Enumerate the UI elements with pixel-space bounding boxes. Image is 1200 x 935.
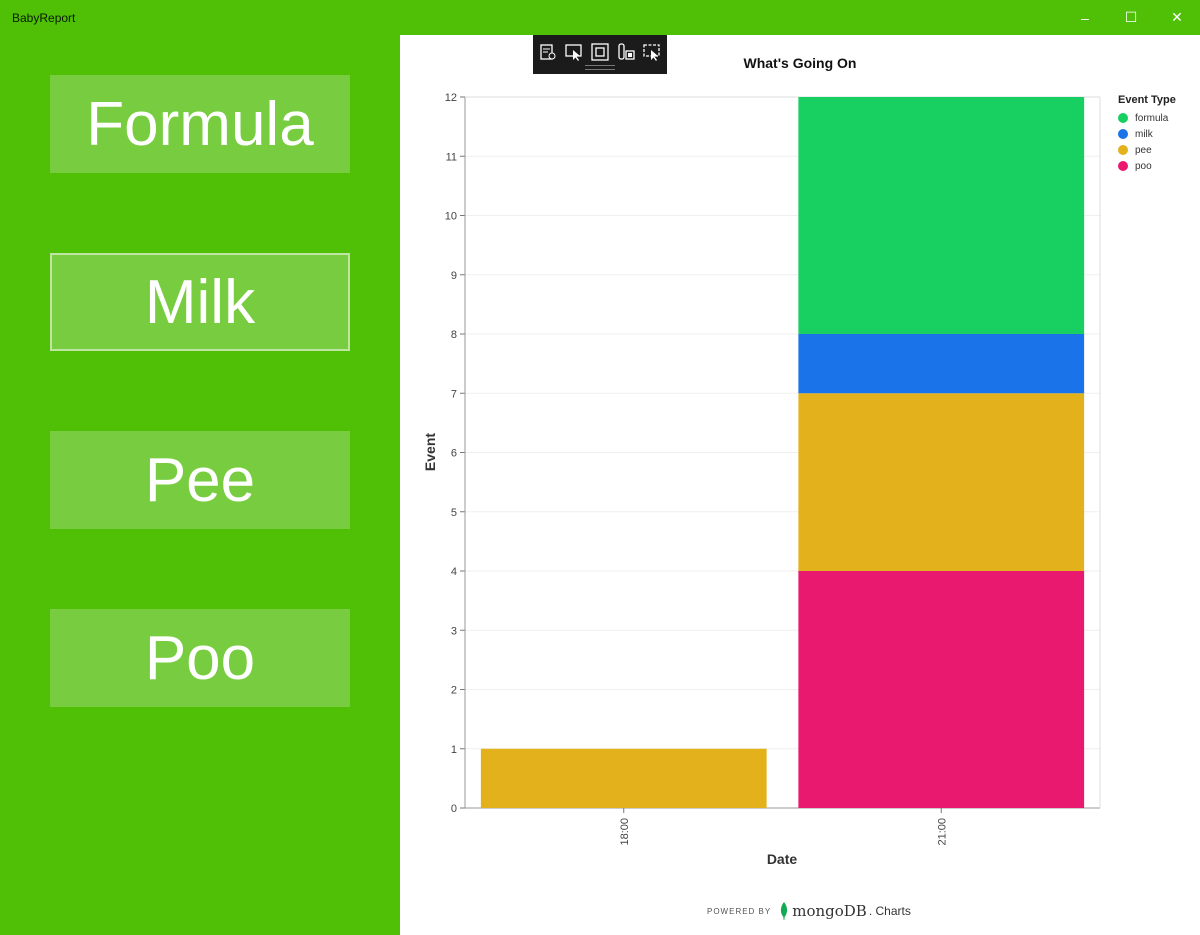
y-axis-label: Event — [422, 432, 438, 472]
bar-pee-0 — [480, 748, 767, 808]
legend-label: formula — [1135, 112, 1169, 124]
legend-label: poo — [1135, 160, 1152, 172]
select-element-icon[interactable] — [564, 42, 584, 62]
minimize-button[interactable]: – — [1062, 0, 1108, 35]
poo-button[interactable]: Poo — [50, 609, 350, 707]
mongodb-leaf-icon — [781, 902, 788, 920]
track-focus-icon[interactable] — [616, 42, 636, 62]
powered-by-footer: POWERED BY mongoDB . Charts — [707, 902, 911, 920]
legend-item-poo[interactable]: poo — [1118, 158, 1176, 174]
legend-title: Event Type — [1118, 94, 1176, 106]
bar-milk-1 — [798, 334, 1085, 394]
y-tick-label: 2 — [451, 685, 457, 697]
x-tick-label: 21:00 — [936, 818, 948, 846]
legend-item-pee[interactable]: pee — [1118, 142, 1176, 158]
mongodb-logo-text: mongoDB — [792, 902, 867, 920]
close-icon: ✕ — [1171, 9, 1183, 25]
legend-item-formula[interactable]: formula — [1118, 110, 1176, 126]
y-tick-label: 1 — [451, 744, 457, 756]
toolbar-grip[interactable] — [585, 65, 615, 70]
y-tick-label: 12 — [445, 92, 457, 104]
legend-swatch — [1118, 113, 1128, 123]
chart-title: What's Going On — [743, 55, 857, 71]
pee-button[interactable]: Pee — [50, 431, 350, 529]
x-axis-label: Date — [766, 851, 798, 867]
display-layout-adorners-icon[interactable] — [590, 42, 610, 62]
y-tick-label: 11 — [446, 151, 457, 163]
chart-legend: Event Type formula milk pee poo — [1118, 94, 1176, 174]
y-tick-label: 4 — [451, 566, 457, 578]
y-tick-label: 5 — [451, 507, 457, 519]
title-bar: BabyReport – ☐ ✕ — [0, 0, 1200, 35]
charts-logo-text: . Charts — [868, 904, 911, 918]
legend-label: pee — [1135, 144, 1152, 156]
debug-toolbar — [533, 35, 667, 74]
legend-swatch — [1118, 145, 1128, 155]
legend-label: milk — [1135, 128, 1153, 140]
y-tick-label: 7 — [451, 388, 457, 400]
bar-pee-1 — [798, 393, 1085, 571]
window-title: BabyReport — [12, 11, 76, 25]
bar-poo-1 — [798, 571, 1085, 808]
chart-canvas: 012345678910111218:00 21:00 — [445, 92, 1101, 846]
event-button-panel: Formula Milk Pee Poo — [0, 35, 400, 935]
legend-swatch — [1118, 129, 1128, 139]
x-tick-label: 18:00 — [619, 818, 631, 846]
maximize-button[interactable]: ☐ — [1108, 0, 1154, 35]
minimize-icon: – — [1081, 9, 1089, 26]
y-tick-label: 3 — [451, 625, 457, 637]
close-button[interactable]: ✕ — [1154, 0, 1200, 35]
visual-tree-icon[interactable] — [538, 42, 558, 62]
maximize-icon: ☐ — [1124, 9, 1138, 25]
chart-panel: 0 1 2 3 4 5 6 7 8 9 10 11 12 18:00 21:00 What's Going … — [400, 35, 1200, 935]
y-tick-label: 10 — [445, 211, 457, 223]
hot-reload-icon[interactable] — [642, 42, 662, 62]
powered-by-text: POWERED BY — [707, 906, 772, 916]
y-tick-label: 8 — [451, 329, 457, 341]
y-tick-label: 6 — [451, 448, 457, 460]
legend-item-milk[interactable]: milk — [1118, 126, 1176, 142]
bar-formula-1 — [798, 97, 1085, 334]
y-tick-label: 0 — [451, 803, 457, 815]
legend-swatch — [1118, 161, 1128, 171]
y-tick-label: 9 — [451, 270, 457, 282]
formula-button[interactable]: Formula — [50, 75, 350, 173]
milk-button[interactable]: Milk — [50, 253, 350, 351]
